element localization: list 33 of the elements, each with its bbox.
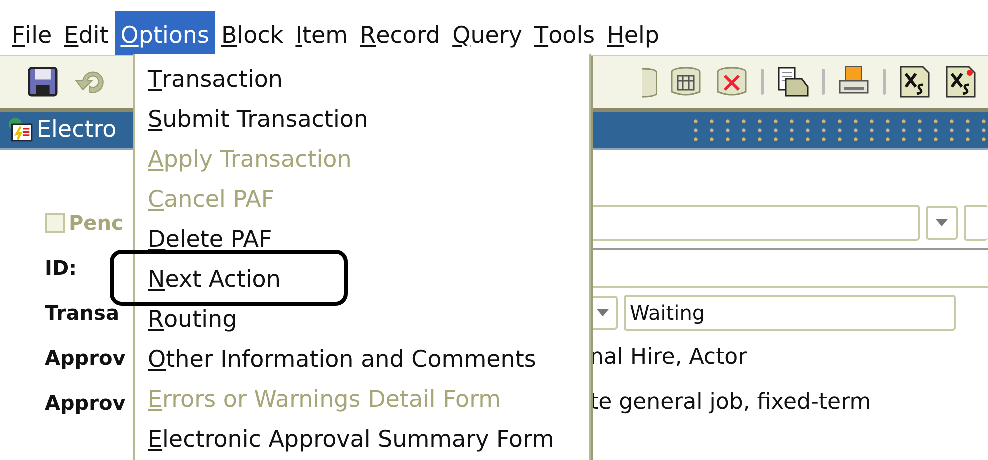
menu-bar-item[interactable]: Item [290,11,354,55]
input-field[interactable] [590,204,920,240]
menu-bar-item[interactable]: Record [354,11,447,55]
menu-item[interactable]: Submit Transaction [135,100,589,140]
formula-document-add-icon[interactable] [944,65,978,99]
caret-icon [597,308,609,316]
input-field[interactable] [964,204,988,240]
formula-document-icon[interactable] [898,65,932,99]
field-label: Approv [45,346,126,370]
menu-bar-item[interactable]: Tools [528,11,602,55]
input-field[interactable]: Waiting [624,294,956,330]
dropdown-button[interactable] [926,206,958,240]
menu-bar-item[interactable]: File [6,11,58,55]
caret-icon [936,218,948,226]
input-field[interactable] [590,248,988,288]
menu-item[interactable]: Electronic Approval Summary Form [135,420,589,460]
menu-bar-item[interactable]: Edit [58,11,115,55]
menu-bar-item[interactable]: Options [114,11,216,55]
field-label: Approv [45,390,126,414]
menu-bar-item[interactable]: Query [446,11,528,55]
documents-icon[interactable] [776,65,810,99]
checkbox-label: Penc [69,210,124,234]
menu-item[interactable]: Other Information and Comments [135,340,589,380]
menu-item[interactable]: Next Action [135,260,589,300]
app-icon [8,117,34,143]
menu-bar-item[interactable]: Help [601,11,666,55]
menu-item[interactable]: Routing [135,300,589,340]
menu-bar-item[interactable]: Block [215,11,290,55]
menu-item[interactable]: Delete PAF [135,220,589,260]
field-label: Transa [45,300,120,324]
save-icon[interactable] [26,65,60,99]
field-label: ID: [45,256,78,280]
window-title: Electro [37,117,117,143]
